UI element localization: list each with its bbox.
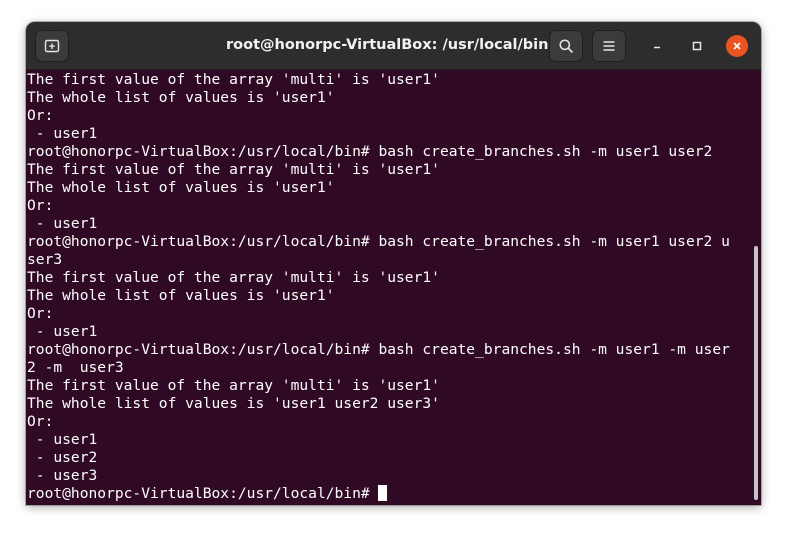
terminal-output-area[interactable]: The first value of the array 'multi' is … bbox=[26, 70, 761, 505]
maximize-button[interactable] bbox=[686, 35, 708, 57]
terminal-line: root@honorpc-VirtualBox:/usr/local/bin# … bbox=[27, 233, 730, 250]
menu-button[interactable] bbox=[592, 30, 626, 62]
terminal-line: Or: bbox=[27, 197, 54, 214]
terminal-line: - user3 bbox=[27, 467, 98, 484]
terminal-line: The first value of the array 'multi' is … bbox=[27, 71, 440, 88]
scrollbar[interactable] bbox=[751, 70, 761, 505]
terminal-line: root@honorpc-VirtualBox:/usr/local/bin# … bbox=[27, 143, 713, 160]
terminal-line: The whole list of values is 'user1 user2… bbox=[27, 395, 440, 412]
terminal-line: The first value of the array 'multi' is … bbox=[27, 377, 440, 394]
terminal-line: - user1 bbox=[27, 215, 98, 232]
terminal-prompt: root@honorpc-VirtualBox:/usr/local/bin# bbox=[27, 485, 379, 502]
search-icon bbox=[559, 39, 573, 53]
terminal-prompt-line[interactable]: root@honorpc-VirtualBox:/usr/local/bin# bbox=[27, 485, 730, 503]
minimize-button[interactable] bbox=[646, 35, 668, 57]
terminal-line: 2 -m user3 bbox=[27, 359, 124, 376]
terminal-line: - user2 bbox=[27, 449, 98, 466]
terminal-line: The whole list of values is 'user1' bbox=[27, 89, 335, 106]
terminal-lines: The first value of the array 'multi' is … bbox=[27, 71, 730, 503]
title-bar[interactable]: root@honorpc-VirtualBox: /usr/local/bin bbox=[26, 22, 761, 70]
search-button[interactable] bbox=[549, 30, 583, 62]
terminal-line: - user1 bbox=[27, 431, 98, 448]
scrollbar-thumb[interactable] bbox=[754, 246, 758, 500]
terminal-line: ser3 bbox=[27, 251, 63, 268]
terminal-line: - user1 bbox=[27, 323, 98, 340]
hamburger-menu-icon bbox=[603, 41, 615, 51]
terminal-line: - user1 bbox=[27, 125, 98, 142]
terminal-line: The whole list of values is 'user1' bbox=[27, 179, 335, 196]
terminal-line: Or: bbox=[27, 107, 54, 124]
terminal-window: root@honorpc-VirtualBox: /usr/local/bin bbox=[26, 22, 761, 505]
terminal-line: root@honorpc-VirtualBox:/usr/local/bin# … bbox=[27, 341, 730, 358]
text-cursor bbox=[378, 485, 388, 501]
close-button[interactable] bbox=[726, 35, 748, 57]
new-tab-icon bbox=[44, 39, 60, 53]
minimize-icon bbox=[654, 46, 660, 49]
close-icon bbox=[733, 42, 741, 50]
terminal-line: The first value of the array 'multi' is … bbox=[27, 161, 440, 178]
window-title: root@honorpc-VirtualBox: /usr/local/bin bbox=[226, 37, 549, 53]
terminal-line: Or: bbox=[27, 305, 54, 322]
terminal-line: The whole list of values is 'user1' bbox=[27, 287, 335, 304]
terminal-line: Or: bbox=[27, 413, 54, 430]
maximize-icon bbox=[692, 41, 702, 51]
terminal-line: The first value of the array 'multi' is … bbox=[27, 269, 440, 286]
new-tab-button[interactable] bbox=[35, 30, 69, 62]
